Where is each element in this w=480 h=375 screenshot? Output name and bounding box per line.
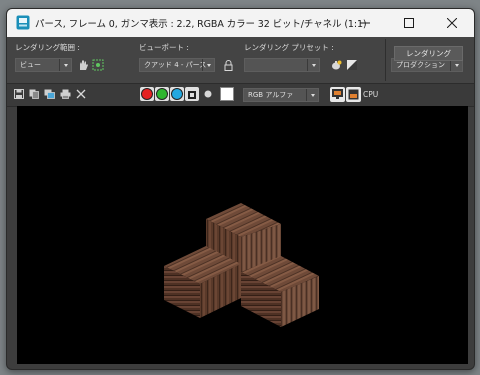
copy-button[interactable]: [28, 88, 40, 100]
monochrome-icon: [204, 90, 212, 98]
rendered-wood-blocks-image: [164, 203, 319, 327]
pan-hand-button[interactable]: [76, 58, 90, 72]
environment-button[interactable]: [345, 58, 359, 72]
render-window-button[interactable]: [330, 87, 345, 102]
green-channel-toggle[interactable]: [155, 87, 169, 101]
maximize-button[interactable]: [387, 9, 431, 37]
viewport-label: ビューポート :: [139, 43, 189, 52]
chevron-down-icon: [306, 89, 318, 101]
minimize-icon: [360, 22, 370, 24]
render-mode-icon: [348, 89, 359, 100]
auto-region-button[interactable]: [91, 58, 105, 72]
minimize-button[interactable]: [343, 9, 387, 37]
clone-window-button[interactable]: [43, 88, 55, 100]
red-channel-toggle[interactable]: [140, 87, 154, 101]
title-bar: パース, フレーム 0, ガンマ表示 : 2.2, RGBA カラー 32 ビッ…: [7, 9, 474, 37]
cpu-label: CPU: [363, 90, 379, 99]
render-button[interactable]: レンダリング: [394, 46, 463, 61]
chevron-down-icon: [307, 59, 319, 71]
clone-window-icon: [44, 89, 55, 99]
close-icon: [447, 18, 457, 28]
render-area-value: ビュー: [20, 61, 41, 69]
teapot-icon: [332, 60, 342, 70]
lock-icon: [224, 59, 232, 71]
save-button[interactable]: [13, 88, 25, 100]
viewport-dropdown[interactable]: クアッド 4 - パース: [139, 58, 215, 72]
render-frame-window: パース, フレーム 0, ガンマ表示 : 2.2, RGBA カラー 32 ビッ…: [6, 8, 475, 370]
print-icon: [60, 89, 70, 99]
copy-icon: [29, 89, 39, 99]
blue-channel-icon: [171, 88, 183, 100]
alpha-channel-icon: [188, 91, 196, 99]
render-mode-button[interactable]: [346, 87, 361, 102]
chevron-down-icon: [59, 59, 71, 71]
frame-toolbar: RGB アルファ CPU: [7, 83, 474, 107]
blue-channel-toggle[interactable]: [170, 87, 184, 101]
red-channel-icon: [141, 88, 153, 100]
clear-icon: [76, 89, 86, 99]
production-value: プロダクション: [396, 61, 445, 69]
display-channel-value: RGB アルファ: [248, 91, 294, 99]
divider: [385, 39, 386, 81]
lock-viewport-button[interactable]: [222, 58, 234, 72]
monochrome-toggle[interactable]: [203, 89, 213, 99]
render-area-label: レンダリング範囲 :: [15, 43, 80, 52]
viewport-value: クアッド 4 - パース: [144, 61, 207, 69]
background-color-swatch[interactable]: [220, 87, 234, 101]
save-icon: [14, 89, 24, 99]
maximize-icon: [404, 18, 414, 28]
print-button[interactable]: [59, 88, 71, 100]
preset-label: レンダリング プリセット :: [244, 43, 334, 52]
render-setup-button[interactable]: [329, 58, 343, 72]
chevron-down-icon: [202, 59, 214, 71]
app-icon: [16, 15, 30, 30]
rendered-image-viewport: [17, 106, 468, 364]
hand-icon: [80, 60, 88, 70]
monitor-icon: [332, 89, 343, 99]
preset-dropdown[interactable]: [244, 58, 320, 72]
clear-button[interactable]: [75, 88, 87, 100]
render-area-dropdown[interactable]: ビュー: [15, 58, 72, 72]
close-button[interactable]: [430, 9, 474, 37]
region-select-icon: [92, 59, 104, 71]
alpha-channel-toggle[interactable]: [185, 87, 199, 101]
environment-icon: [347, 60, 357, 70]
green-channel-icon: [156, 88, 168, 100]
display-channel-dropdown[interactable]: RGB アルファ: [243, 88, 319, 102]
window-title: パース, フレーム 0, ガンマ表示 : 2.2, RGBA カラー 32 ビッ…: [35, 19, 367, 30]
